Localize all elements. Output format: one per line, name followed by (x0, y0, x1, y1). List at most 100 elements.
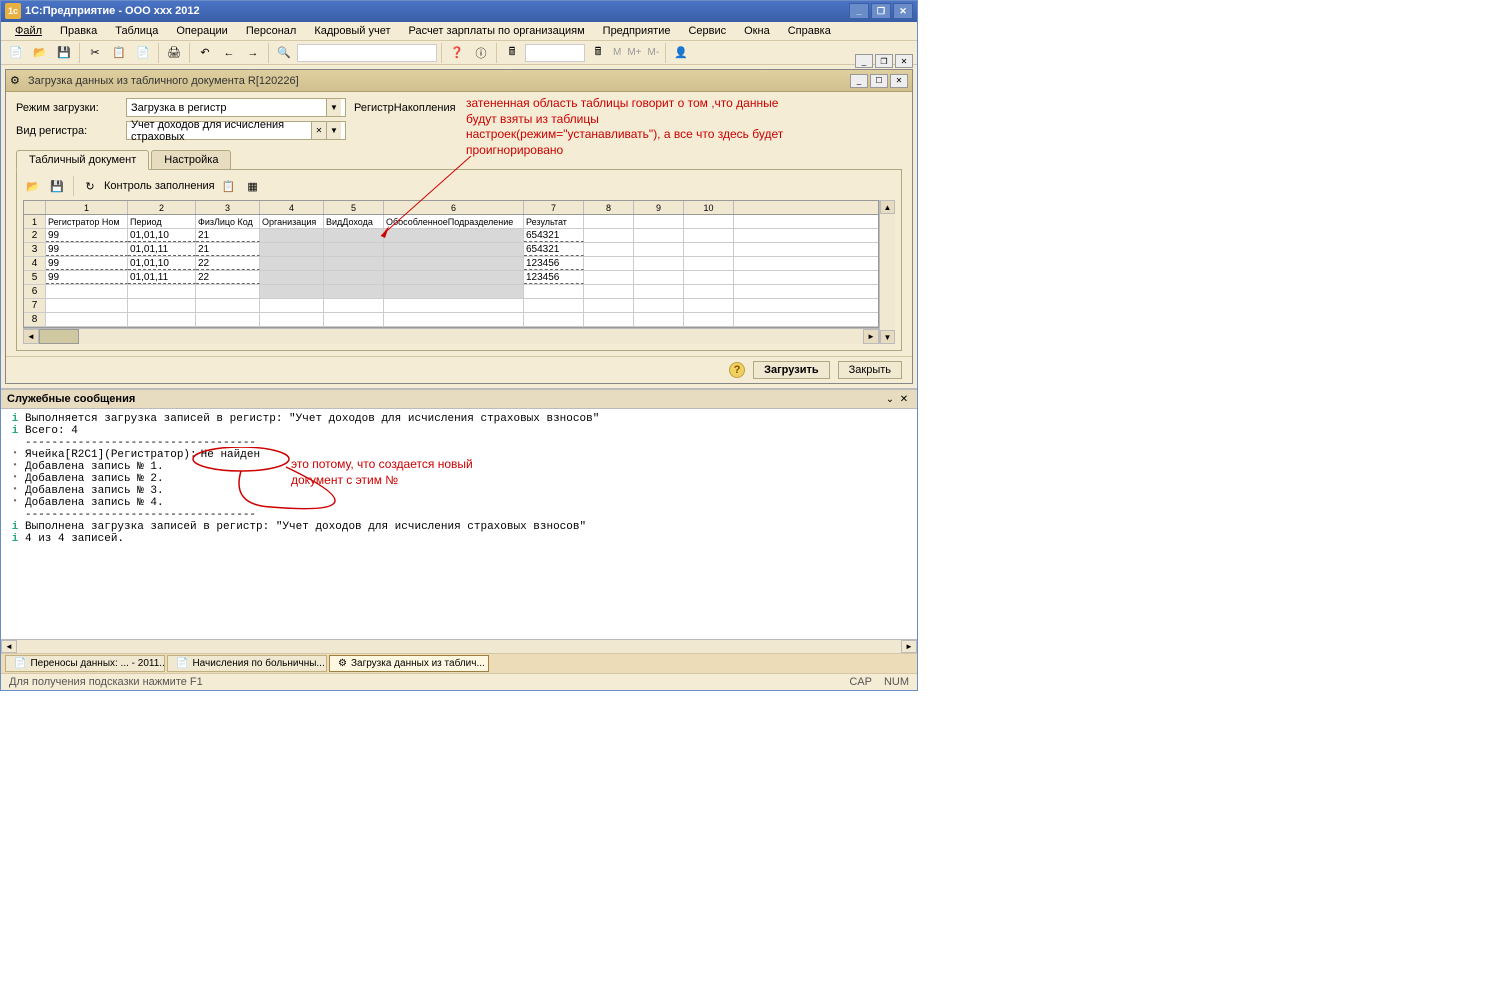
cell[interactable] (384, 285, 524, 298)
cell[interactable]: 22 (196, 257, 260, 270)
table-row[interactable]: 7 (24, 299, 878, 313)
cell[interactable]: 99 (46, 229, 128, 242)
table-row[interactable]: 6 (24, 285, 878, 299)
cell[interactable]: 123456 (524, 271, 584, 284)
menu-edit[interactable]: Правка (52, 23, 105, 39)
calc-icon[interactable]: 🖩 (501, 42, 523, 64)
cell[interactable] (324, 299, 384, 312)
open-icon[interactable]: 📂 (29, 42, 51, 64)
cell[interactable] (684, 299, 734, 312)
mdi-restore-button[interactable]: ❐ (875, 54, 893, 68)
folder-icon[interactable]: 📂 (23, 176, 43, 196)
cell[interactable] (196, 299, 260, 312)
cell[interactable]: 01,01,11 (128, 243, 196, 256)
menu-windows[interactable]: Окна (736, 23, 778, 39)
search-input[interactable] (297, 44, 437, 62)
cell[interactable] (524, 313, 584, 326)
main-scroll-right-icon[interactable]: ► (901, 640, 917, 653)
menu-table[interactable]: Таблица (107, 23, 166, 39)
cell[interactable] (260, 243, 324, 256)
register-select[interactable]: Учет доходов для исчисления страховых ✕ … (126, 121, 346, 140)
cell[interactable] (384, 229, 524, 242)
new-icon[interactable]: 📄 (5, 42, 27, 64)
cell[interactable]: 01,01,10 (128, 257, 196, 270)
cell[interactable] (196, 285, 260, 298)
find-icon[interactable]: 🔍 (273, 42, 295, 64)
paste-icon[interactable]: 📄 (132, 42, 154, 64)
cell[interactable] (684, 257, 734, 270)
grid-vscroll[interactable]: ▲ ▼ (879, 200, 895, 344)
cell[interactable] (584, 257, 634, 270)
cell[interactable] (684, 313, 734, 326)
cell[interactable]: 3 (24, 243, 46, 256)
grid-hscroll[interactable]: ◄ ► (23, 328, 879, 344)
cell[interactable] (634, 285, 684, 298)
cell[interactable] (46, 299, 128, 312)
table-row[interactable]: 49901,01,1022123456 (24, 257, 878, 271)
cell[interactable] (260, 271, 324, 284)
menu-operations[interactable]: Операции (168, 23, 235, 39)
cell[interactable] (196, 313, 260, 326)
save-icon[interactable]: 💾 (53, 42, 75, 64)
cell[interactable] (584, 285, 634, 298)
cell[interactable] (584, 313, 634, 326)
menu-service[interactable]: Сервис (680, 23, 734, 39)
data-grid[interactable]: 12345678910 1Регистратор НомПериодФизЛиц… (23, 200, 879, 328)
cut-icon[interactable]: ✂ (84, 42, 106, 64)
calc-input[interactable] (525, 44, 585, 62)
dialog-close-button[interactable]: ✕ (890, 74, 908, 88)
messages-close-icon[interactable]: ✕ (897, 392, 911, 406)
maximize-button[interactable]: ❐ (871, 3, 891, 19)
cell[interactable] (634, 243, 684, 256)
load-button[interactable]: Загрузить (753, 361, 830, 379)
cell[interactable]: 2 (24, 229, 46, 242)
cell[interactable] (384, 257, 524, 270)
table-row[interactable]: 59901,01,1122123456 (24, 271, 878, 285)
cell[interactable]: 99 (46, 271, 128, 284)
undo-icon[interactable]: ↶ (194, 42, 216, 64)
cell[interactable] (524, 299, 584, 312)
doc-icon[interactable]: 📋 (219, 176, 239, 196)
mode-select[interactable]: Загрузка в регистр ▼ (126, 98, 346, 117)
scroll-right-icon[interactable]: ► (863, 329, 879, 344)
print-icon[interactable]: 🖨 (163, 42, 185, 64)
cell[interactable] (384, 243, 524, 256)
cell[interactable]: 5 (24, 271, 46, 284)
main-scroll-left-icon[interactable]: ◄ (1, 640, 17, 653)
dialog-maximize-button[interactable]: ☐ (870, 74, 888, 88)
cell[interactable] (584, 271, 634, 284)
back-icon[interactable]: ← (218, 42, 240, 64)
close-button[interactable]: ✕ (893, 3, 913, 19)
cell[interactable] (260, 299, 324, 312)
cell[interactable]: 4 (24, 257, 46, 270)
calc2-icon[interactable]: 🖩 (587, 42, 609, 64)
cell[interactable] (684, 285, 734, 298)
info-icon[interactable]: ⓘ (470, 42, 492, 64)
cell[interactable] (634, 257, 684, 270)
forward-icon[interactable]: → (242, 42, 264, 64)
mdi-minimize-button[interactable]: _ (855, 54, 873, 68)
cell[interactable]: 654321 (524, 243, 584, 256)
user-icon[interactable]: 👤 (670, 42, 692, 64)
cell[interactable] (46, 285, 128, 298)
cell[interactable] (260, 313, 324, 326)
cell[interactable]: 99 (46, 243, 128, 256)
cell[interactable] (384, 313, 524, 326)
table-row[interactable]: 8 (24, 313, 878, 327)
scroll-thumb[interactable] (39, 329, 79, 344)
task-2[interactable]: 📄Начисления по больничны... (167, 655, 327, 672)
cell[interactable]: 99 (46, 257, 128, 270)
grid-icon[interactable]: ▦ (243, 176, 263, 196)
cell[interactable] (260, 257, 324, 270)
tab-settings[interactable]: Настройка (151, 150, 231, 170)
cell[interactable] (584, 299, 634, 312)
cell[interactable] (684, 229, 734, 242)
menu-hr[interactable]: Кадровый учет (306, 23, 398, 39)
cell[interactable] (260, 229, 324, 242)
refresh-icon[interactable]: ↻ (80, 176, 100, 196)
cell[interactable] (634, 313, 684, 326)
main-hscroll[interactable]: ◄ ► (1, 639, 917, 653)
dropdown2-icon[interactable]: ▼ (326, 122, 341, 139)
cell[interactable] (384, 299, 524, 312)
cell[interactable] (324, 285, 384, 298)
